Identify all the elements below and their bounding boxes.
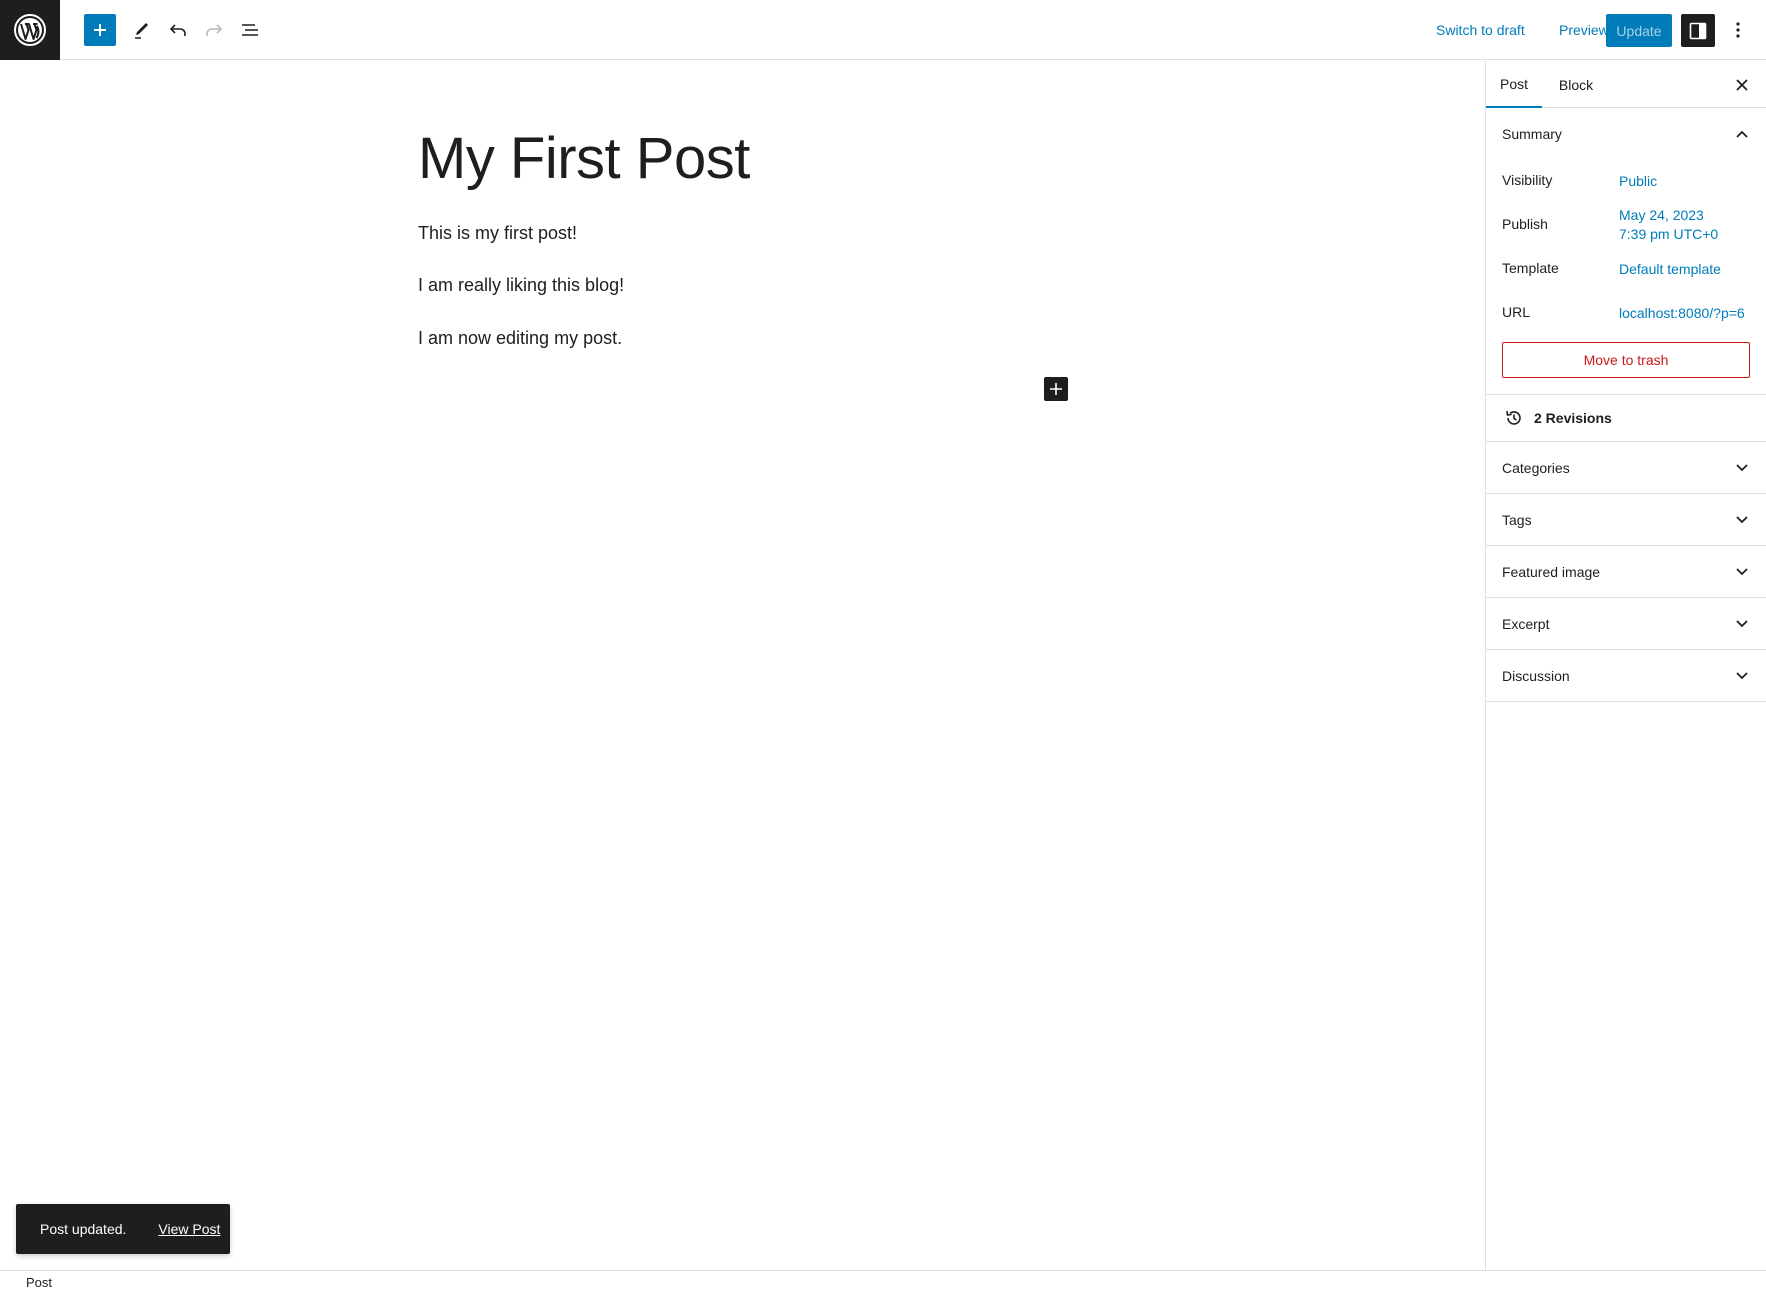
post-title[interactable]: My First Post — [418, 125, 750, 192]
categories-title: Categories — [1502, 459, 1570, 476]
paragraph-block[interactable]: This is my first post! — [418, 223, 577, 244]
publish-date-button[interactable]: May 24, 2023 7:39 pm UTC+0 — [1619, 206, 1718, 244]
url-row: URL localhost:8080/?p=6 — [1486, 292, 1766, 336]
revisions-label: 2 Revisions — [1534, 410, 1612, 426]
switch-to-draft-button[interactable]: Switch to draft — [1436, 14, 1525, 46]
chevron-down-icon — [1732, 614, 1752, 634]
wordpress-logo-button[interactable] — [0, 0, 60, 60]
pencil-icon — [135, 23, 148, 39]
block-inserter-toggle[interactable] — [84, 14, 116, 46]
undo-icon — [169, 24, 186, 36]
tab-post[interactable]: Post — [1486, 61, 1542, 108]
redo-icon — [206, 24, 223, 36]
redo-button[interactable] — [198, 14, 230, 46]
publish-row: Publish May 24, 2023 7:39 pm UTC+0 — [1486, 204, 1766, 248]
undo-button[interactable] — [162, 14, 194, 46]
discussion-panel-toggle[interactable]: Discussion — [1486, 650, 1766, 702]
url-label: URL — [1502, 304, 1531, 320]
visibility-label: Visibility — [1502, 172, 1553, 188]
visibility-value[interactable]: Public — [1619, 172, 1657, 191]
chevron-down-icon — [1732, 510, 1752, 530]
tab-block[interactable]: Block — [1548, 61, 1604, 108]
template-label: Template — [1502, 260, 1559, 276]
revisions-link[interactable]: 2 Revisions — [1486, 395, 1766, 442]
list-view-button[interactable] — [234, 14, 266, 46]
excerpt-panel-toggle[interactable]: Excerpt — [1486, 598, 1766, 650]
settings-sidebar: Post Block Summary Visibility Public Pub… — [1485, 61, 1766, 1270]
wordpress-icon — [14, 14, 46, 46]
history-icon — [1502, 406, 1526, 430]
paragraph-block[interactable]: I am now editing my post. — [418, 328, 622, 349]
close-icon — [1736, 79, 1748, 91]
list-view-icon — [242, 24, 258, 36]
chevron-down-icon — [1732, 666, 1752, 686]
editor-canvas[interactable]: My First Post This is my first post! I a… — [0, 61, 1485, 1270]
more-vertical-icon — [1736, 22, 1740, 38]
sidebar-toggle-icon — [1689, 22, 1707, 39]
template-row: Template Default template — [1486, 248, 1766, 292]
sidebar-tabs: Post Block — [1486, 61, 1766, 108]
preview-button[interactable]: Preview — [1559, 14, 1609, 46]
tags-panel-toggle[interactable]: Tags — [1486, 494, 1766, 546]
url-value[interactable]: localhost:8080/?p=6 — [1619, 304, 1745, 323]
breadcrumb[interactable]: Post — [26, 1275, 52, 1290]
summary-title: Summary — [1502, 126, 1562, 142]
publish-label: Publish — [1502, 216, 1548, 232]
tools-button[interactable] — [126, 14, 158, 46]
plus-icon — [1050, 383, 1062, 395]
summary-panel-toggle[interactable]: Summary — [1486, 108, 1766, 160]
update-button[interactable]: Update — [1606, 14, 1672, 47]
template-value[interactable]: Default template — [1619, 260, 1721, 279]
editor-header: Switch to draft Preview Update — [0, 0, 1766, 60]
excerpt-title: Excerpt — [1502, 615, 1550, 632]
featured-image-panel-toggle[interactable]: Featured image — [1486, 546, 1766, 598]
editor-footer: Post — [0, 1270, 1766, 1295]
close-sidebar-button[interactable] — [1730, 73, 1754, 97]
add-block-button[interactable] — [1044, 377, 1068, 401]
snackbar-notice: Post updated. View Post — [16, 1204, 230, 1254]
featured-image-title: Featured image — [1502, 563, 1601, 580]
chevron-down-icon — [1732, 458, 1752, 478]
move-to-trash-button[interactable]: Move to trash — [1502, 342, 1750, 378]
publish-date: May 24, 2023 — [1619, 207, 1704, 223]
view-post-link[interactable]: View Post — [158, 1221, 220, 1237]
paragraph-block[interactable]: I am really liking this blog! — [418, 275, 624, 296]
chevron-up-icon — [1732, 124, 1752, 144]
discussion-title: Discussion — [1502, 667, 1570, 684]
plus-icon — [94, 24, 106, 36]
visibility-row: Visibility Public — [1486, 160, 1766, 204]
options-menu-button[interactable] — [1726, 14, 1750, 46]
snackbar-message: Post updated. — [40, 1221, 127, 1237]
tags-title: Tags — [1502, 511, 1532, 528]
categories-panel-toggle[interactable]: Categories — [1486, 442, 1766, 494]
publish-time: 7:39 pm UTC+0 — [1619, 226, 1719, 242]
summary-panel: Summary Visibility Public Publish May 24… — [1486, 108, 1766, 395]
settings-toggle-button[interactable] — [1681, 14, 1715, 47]
chevron-down-icon — [1732, 562, 1752, 582]
